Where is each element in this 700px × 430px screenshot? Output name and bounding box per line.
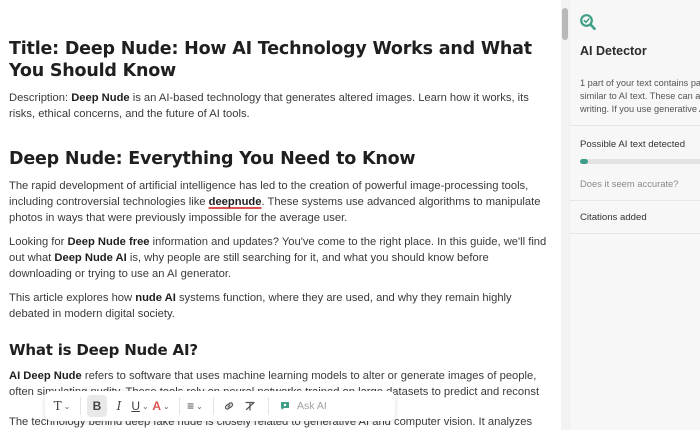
panel-description: 1 part of your text contains patterns th…: [580, 78, 700, 114]
ai-likelihood-bar: [580, 159, 700, 164]
description-paragraph: Description: Deep Nude is an AI-based te…: [9, 90, 549, 122]
document-body[interactable]: Title: Deep Nude: How AI Technology Work…: [9, 38, 549, 400]
accuracy-feedback-link[interactable]: Does it seem accurate?: [580, 178, 678, 189]
paragraph-2-text: Looking for: [9, 236, 68, 248]
chevron-down-icon: ⌄: [196, 401, 203, 411]
font-color-icon: A: [152, 399, 161, 413]
document-editor[interactable]: Title: Deep Nude: How AI Technology Work…: [0, 0, 558, 430]
chevron-down-icon: ⌄: [162, 401, 170, 411]
paragraph-2-bold-2: Deep Nude AI: [54, 252, 127, 264]
ai-likelihood-fill: [580, 159, 588, 164]
paragraph-1: The rapid development of artificial inte…: [9, 178, 549, 226]
heading-what-is: What is Deep Nude AI?: [9, 341, 198, 359]
heading-everything: Deep Nude: Everything You Need to Know: [9, 149, 416, 169]
underline-icon: U: [131, 399, 140, 413]
editor-scrollbar-thumb[interactable]: [562, 8, 568, 40]
chevron-down-icon: ⌄: [63, 401, 71, 411]
paragraph-4-bold: AI Deep Nude: [9, 370, 82, 382]
font-color-dropdown[interactable]: A ⌄: [152, 395, 170, 417]
description-prefix: Description:: [9, 92, 72, 104]
align-dropdown[interactable]: ≡ ⌄: [186, 395, 204, 417]
panel-divider: [570, 200, 700, 201]
underline-dropdown[interactable]: U ⌄: [131, 395, 149, 417]
format-toolbar: T ⌄ B I U ⌄ A ⌄ ≡ ⌄ Ask AI: [45, 391, 395, 421]
toolbar-divider: [213, 397, 214, 415]
text-style-icon: T: [53, 399, 62, 413]
bold-button[interactable]: B: [87, 395, 107, 417]
document-title: Title: Deep Nude: How AI Technology Work…: [9, 39, 532, 81]
paragraph-3-text: This article explores how: [9, 292, 136, 304]
bold-icon: B: [92, 399, 102, 413]
ask-ai-label: Ask AI: [297, 400, 327, 412]
panel-divider: [570, 233, 700, 234]
paragraph-3: This article explores how nude AI system…: [9, 290, 549, 322]
link-button[interactable]: [220, 395, 238, 417]
paragraph-3-bold: nude AI: [135, 292, 176, 304]
paragraph-2: Looking for Deep Nude free information a…: [9, 234, 549, 282]
align-icon: ≡: [187, 399, 195, 413]
clear-format-button[interactable]: [241, 395, 259, 417]
citations-label: Citations added: [580, 212, 647, 223]
paragraph-2-bold-1: Deep Nude free: [67, 236, 150, 248]
toolbar-divider: [268, 397, 269, 415]
ai-chat-icon: [281, 402, 289, 410]
editor-scrollbar-track[interactable]: [561, 0, 569, 430]
panel-title: AI Detector: [580, 44, 647, 58]
clear-format-icon: [245, 401, 255, 411]
panel-divider: [570, 125, 700, 126]
link-icon: [224, 402, 234, 410]
ask-ai-button[interactable]: Ask AI: [279, 400, 327, 412]
italic-button[interactable]: I: [110, 395, 128, 417]
ai-detector-panel: AI Detector 1 part of your text contains…: [569, 0, 700, 430]
text-style-dropdown[interactable]: T ⌄: [53, 395, 71, 417]
chevron-down-icon: ⌄: [141, 401, 149, 411]
italic-icon: I: [116, 399, 122, 413]
toolbar-divider: [179, 397, 180, 415]
description-bold: Deep Nude: [71, 92, 130, 104]
flagged-keyword[interactable]: deepnude: [209, 196, 262, 208]
possible-ai-label: Possible AI text detected: [580, 139, 686, 150]
magnifier-check-icon: [580, 14, 596, 31]
toolbar-divider: [80, 397, 81, 415]
